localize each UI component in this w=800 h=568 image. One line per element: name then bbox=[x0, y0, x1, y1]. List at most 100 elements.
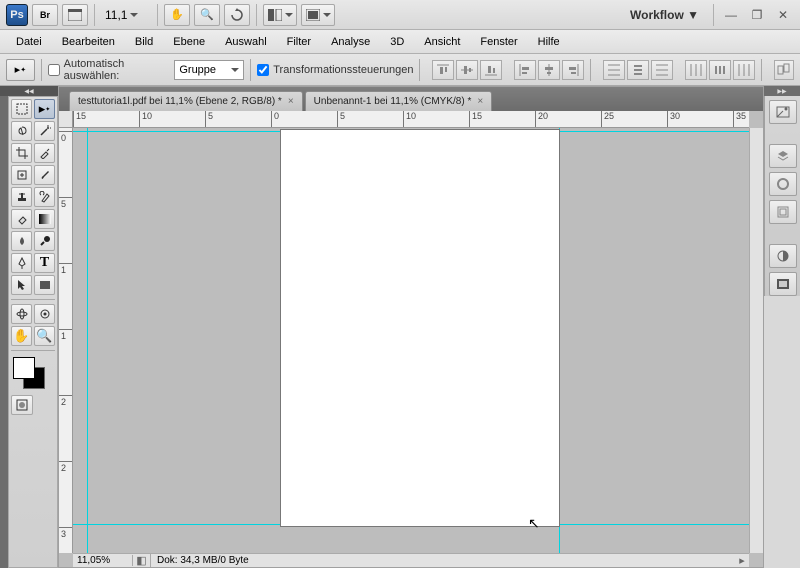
hand-tool[interactable]: ✋ bbox=[11, 326, 32, 346]
ruler-origin[interactable] bbox=[59, 111, 73, 128]
close-tab-icon[interactable]: × bbox=[477, 96, 483, 107]
menu-bild[interactable]: Bild bbox=[125, 36, 163, 48]
distribute-group-1 bbox=[603, 60, 673, 80]
auto-align-button[interactable] bbox=[774, 60, 794, 80]
magic-wand-tool[interactable] bbox=[34, 121, 55, 141]
vertical-scrollbar[interactable] bbox=[749, 128, 763, 553]
screen-mode-button[interactable] bbox=[301, 4, 335, 26]
auto-select-input[interactable] bbox=[48, 64, 60, 76]
shape-tool[interactable] bbox=[34, 275, 55, 295]
menu-auswahl[interactable]: Auswahl bbox=[215, 36, 277, 48]
gradient-tool[interactable] bbox=[34, 209, 55, 229]
canvas-viewport[interactable]: ↖ bbox=[73, 128, 749, 553]
distribute-vcenter-button[interactable] bbox=[627, 60, 649, 80]
blur-tool[interactable] bbox=[11, 231, 32, 251]
align-left-button[interactable] bbox=[514, 60, 536, 80]
brush-tool[interactable] bbox=[34, 165, 55, 185]
toolbox: ▸✦ T ✋🔍 bbox=[8, 96, 58, 568]
minimize-window-button[interactable]: — bbox=[722, 8, 740, 22]
move-tool[interactable]: ▸✦ bbox=[34, 99, 55, 119]
transform-controls-input[interactable] bbox=[257, 64, 269, 76]
rotate-view-shortcut[interactable] bbox=[224, 4, 250, 26]
workspace-switcher[interactable]: Workflow ▼ bbox=[622, 8, 707, 22]
arrange-documents-button[interactable] bbox=[263, 4, 297, 26]
bridge-button[interactable]: Br bbox=[32, 4, 58, 26]
menu-analyse[interactable]: Analyse bbox=[321, 36, 380, 48]
auto-select-checkbox[interactable]: Automatisch auswählen: bbox=[48, 58, 169, 82]
color-swatches[interactable] bbox=[13, 357, 55, 391]
restore-window-button[interactable]: ❐ bbox=[748, 8, 766, 22]
menu-bar: Datei Bearbeiten Bild Ebene Auswahl Filt… bbox=[0, 30, 800, 54]
healing-brush-tool[interactable] bbox=[11, 165, 32, 185]
path-select-tool[interactable] bbox=[11, 275, 32, 295]
hand-tool-shortcut[interactable]: ✋ bbox=[164, 4, 190, 26]
document-tab-2[interactable]: Unbenannt-1 bei 11,1% (CMYK/8) *× bbox=[305, 91, 493, 111]
align-hcenter-button[interactable] bbox=[538, 60, 560, 80]
align-vcenter-button[interactable] bbox=[456, 60, 478, 80]
history-brush-tool[interactable] bbox=[34, 187, 55, 207]
menu-3d[interactable]: 3D bbox=[380, 36, 414, 48]
right-dock-collapse-button[interactable]: ▶▶ bbox=[764, 86, 800, 96]
vertical-ruler[interactable]: 0511223 bbox=[59, 128, 73, 553]
distribute-hcenter-button[interactable] bbox=[709, 60, 731, 80]
separator bbox=[157, 4, 158, 26]
scroll-arrow-right-icon[interactable]: ▸ bbox=[735, 554, 749, 567]
chevron-down-icon bbox=[231, 68, 239, 72]
menu-fenster[interactable]: Fenster bbox=[470, 36, 527, 48]
status-expose-icon[interactable]: ◧ bbox=[133, 554, 151, 567]
align-right-button[interactable] bbox=[562, 60, 584, 80]
foreground-color-swatch[interactable] bbox=[13, 357, 35, 379]
transform-controls-checkbox[interactable]: Transformationssteuerungen bbox=[257, 64, 413, 76]
current-tool-icon[interactable]: ▸✦ bbox=[6, 59, 35, 81]
eyedropper-tool[interactable] bbox=[34, 143, 55, 163]
status-bar: 11,05% ◧ Dok: 34,3 MB/0 Byte ▸ bbox=[73, 553, 749, 567]
right-panel-dock bbox=[764, 96, 800, 296]
menu-datei[interactable]: Datei bbox=[6, 36, 52, 48]
tool-divider bbox=[11, 299, 55, 300]
distribute-bottom-button[interactable] bbox=[651, 60, 673, 80]
guide-vertical[interactable] bbox=[87, 128, 88, 553]
separator bbox=[590, 59, 591, 81]
menu-ebene[interactable]: Ebene bbox=[163, 36, 215, 48]
crop-tool[interactable] bbox=[11, 143, 32, 163]
align-bottom-button[interactable] bbox=[480, 60, 502, 80]
menu-filter[interactable]: Filter bbox=[277, 36, 321, 48]
zoom-tool-shortcut[interactable]: 🔍 bbox=[194, 4, 220, 26]
menu-bearbeiten[interactable]: Bearbeiten bbox=[52, 36, 125, 48]
mini-bridge-button[interactable] bbox=[62, 4, 88, 26]
zoom-tool[interactable]: 🔍 bbox=[34, 326, 55, 346]
status-doc-info[interactable]: Dok: 34,3 MB/0 Byte bbox=[151, 555, 255, 566]
zoom-level-field[interactable]: 11,1 bbox=[101, 4, 151, 26]
marquee-tool[interactable] bbox=[11, 99, 32, 119]
paths-panel-button[interactable] bbox=[769, 200, 797, 224]
clone-stamp-tool[interactable] bbox=[11, 187, 32, 207]
document-tab-1[interactable]: testtutoria1l.pdf bei 11,1% (Ebene 2, RG… bbox=[69, 91, 303, 111]
menu-ansicht[interactable]: Ansicht bbox=[414, 36, 470, 48]
status-zoom-field[interactable]: 11,05% bbox=[73, 555, 133, 566]
horizontal-ruler[interactable]: 1510505101520253035 bbox=[73, 111, 749, 128]
quick-mask-toggle[interactable] bbox=[11, 395, 33, 415]
layers-panel-button[interactable] bbox=[769, 144, 797, 168]
adjustments-panel-button[interactable] bbox=[769, 244, 797, 268]
align-top-button[interactable] bbox=[432, 60, 454, 80]
top-app-bar: Ps Br 11,1 ✋ 🔍 Workflow ▼ — ❐ ✕ bbox=[0, 0, 800, 30]
navigator-panel-button[interactable] bbox=[769, 100, 797, 124]
toolbox-collapse-button[interactable]: ◀◀ bbox=[0, 86, 58, 96]
auto-select-target-dropdown[interactable]: Gruppe bbox=[174, 60, 244, 80]
close-tab-icon[interactable]: × bbox=[288, 96, 294, 107]
dodge-tool[interactable] bbox=[34, 231, 55, 251]
distribute-left-button[interactable] bbox=[685, 60, 707, 80]
distribute-top-button[interactable] bbox=[603, 60, 625, 80]
3d-rotate-tool[interactable] bbox=[11, 304, 32, 324]
history-panel-button[interactable] bbox=[769, 272, 797, 296]
close-window-button[interactable]: ✕ bbox=[774, 8, 792, 22]
type-tool[interactable]: T bbox=[34, 253, 55, 273]
channels-panel-button[interactable] bbox=[769, 172, 797, 196]
lasso-tool[interactable] bbox=[11, 121, 32, 141]
distribute-right-button[interactable] bbox=[733, 60, 755, 80]
eraser-tool[interactable] bbox=[11, 209, 32, 229]
document-canvas[interactable] bbox=[280, 129, 560, 527]
menu-hilfe[interactable]: Hilfe bbox=[528, 36, 570, 48]
3d-camera-tool[interactable] bbox=[34, 304, 55, 324]
pen-tool[interactable] bbox=[11, 253, 32, 273]
